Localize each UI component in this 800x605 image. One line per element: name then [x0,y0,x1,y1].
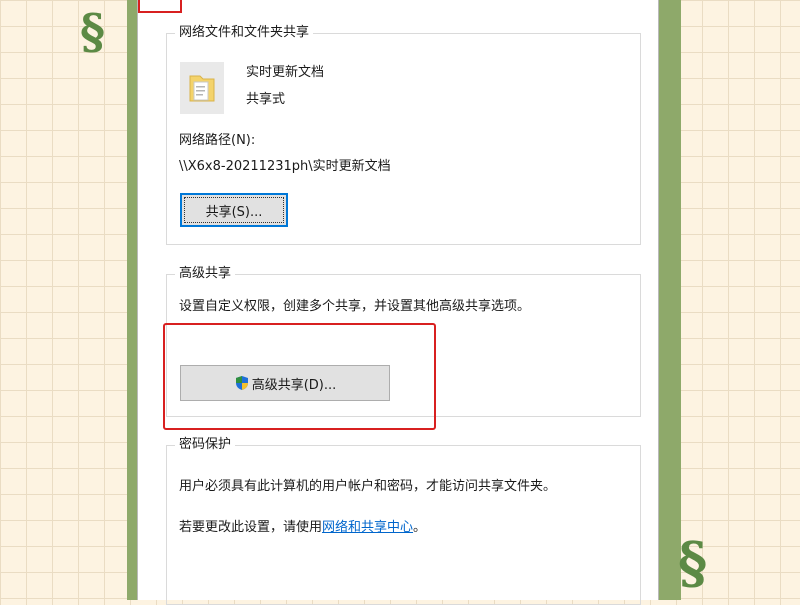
background-green-strip-left [127,0,137,600]
group-title: 密码保护 [175,437,236,453]
group-title: 网络文件和文件夹共享 [175,25,314,41]
selected-tab-highlight [138,0,182,13]
decorative-swirl-icon: § [80,4,106,60]
background-green-strip-right [657,0,681,600]
share-button[interactable]: 共享(S)... [180,193,288,227]
advanced-sharing-description: 设置自定义权限，创建多个共享，并设置其他高级共享选项。 [179,299,531,314]
change-setting-prefix: 若要更改此设置，请使用 [179,520,323,535]
annotation-highlight-box [163,323,436,430]
change-setting-text: 若要更改此设置，请使用网络和共享中心。 [179,520,426,536]
network-path-value: \\X6x8-20211231ph\实时更新文档 [179,159,391,174]
decorative-swirl-icon: § [678,530,708,596]
network-sharing-center-link[interactable]: 网络和共享中心 [322,520,413,535]
change-setting-suffix: 。 [413,520,427,535]
group-title: 高级共享 [175,266,236,282]
network-path-label: 网络路径(N): [179,133,256,148]
folder-name: 实时更新文档 [246,65,325,80]
share-status: 共享式 [246,92,286,107]
folder-icon [180,62,224,114]
password-protection-description: 用户必须具有此计算机的用户帐户和密码，才能访问共享文件夹。 [179,479,557,494]
